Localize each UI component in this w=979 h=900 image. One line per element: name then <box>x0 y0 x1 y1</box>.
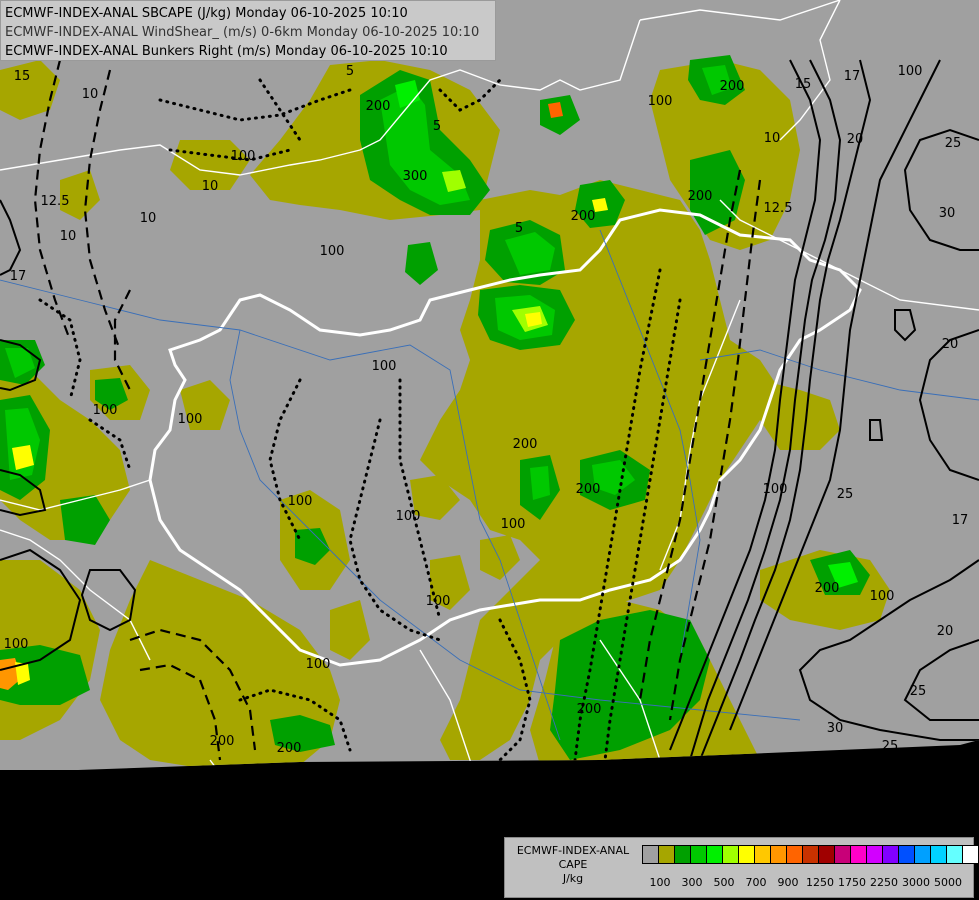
contour-label: 5 <box>346 64 354 79</box>
title-line-windshear: ECMWF-INDEX-ANAL WindShear_ (m/s) 0-6km … <box>5 25 480 40</box>
cape-map: 15 10 5 200 5 100 200 15 17 100 20 25 30 10 200 12.5 100… <box>0 0 979 900</box>
contour-label: 25 <box>837 487 854 502</box>
contour-label: 25 <box>910 684 927 699</box>
contour-label: 15 <box>14 69 31 84</box>
legend-tick-label: 700 <box>745 876 767 889</box>
legend-color-scale <box>642 845 979 864</box>
contour-label: 200 <box>576 482 601 497</box>
contour-label: 5 <box>433 119 441 134</box>
contour-label: 10 <box>140 211 157 226</box>
legend-swatch <box>722 845 739 864</box>
legend-swatch <box>946 845 963 864</box>
contour-label: 100 <box>648 94 673 109</box>
legend-swatch <box>706 845 723 864</box>
contour-label: 100 <box>306 657 331 672</box>
contour-label: 12.5 <box>41 194 70 209</box>
legend-tick-label: 900 <box>777 876 799 889</box>
contour-label: 200 <box>815 581 840 596</box>
legend-swatch <box>866 845 883 864</box>
contour-label: 17 <box>952 513 969 528</box>
legend-title-model: ECMWF-INDEX-ANAL <box>516 844 630 857</box>
legend-swatch <box>882 845 899 864</box>
contour-label: 15 <box>795 77 812 92</box>
legend-swatch <box>850 845 867 864</box>
contour-label: 200 <box>577 702 602 717</box>
contour-label: 20 <box>942 337 959 352</box>
contour-label: 5 <box>515 221 523 236</box>
contour-label: 17 <box>10 269 27 284</box>
contour-label: 200 <box>366 99 391 114</box>
contour-label: 10 <box>764 131 781 146</box>
contour-label: 200 <box>688 189 713 204</box>
legend-tick-label: 1250 <box>806 876 834 889</box>
contour-label: 100 <box>320 244 345 259</box>
contour-label: 200 <box>210 734 235 749</box>
legend-swatch <box>802 845 819 864</box>
legend-tick-label: 2250 <box>870 876 898 889</box>
contour-label: 12.5 <box>764 201 793 216</box>
legend-tick-label: 100 <box>649 876 671 889</box>
title-box: ECMWF-INDEX-ANAL SBCAPE (J/kg) Monday 06… <box>0 0 496 61</box>
contour-label: 100 <box>426 594 451 609</box>
contour-label: 20 <box>847 132 864 147</box>
contour-label: 100 <box>93 403 118 418</box>
legend-swatch <box>642 845 659 864</box>
legend-swatch <box>754 845 771 864</box>
contour-label: 20 <box>937 624 954 639</box>
legend-swatch <box>738 845 755 864</box>
contour-label: 300 <box>403 169 428 184</box>
contour-label: 25 <box>945 136 962 151</box>
legend-tick-label: 500 <box>713 876 735 889</box>
legend-swatch <box>770 845 787 864</box>
contour-label: 100 <box>288 494 313 509</box>
legend-swatch <box>898 845 915 864</box>
legend-swatch <box>786 845 803 864</box>
contour-label: 10 <box>60 229 77 244</box>
contour-label: 25 <box>882 739 899 754</box>
contour-label: 100 <box>396 509 421 524</box>
contour-label: 200 <box>513 437 538 452</box>
legend-swatch <box>930 845 947 864</box>
contour-label: 100 <box>372 359 397 374</box>
legend-tick-label: 1750 <box>838 876 866 889</box>
contour-label: 10 <box>202 179 219 194</box>
title-line-sbcape: ECMWF-INDEX-ANAL SBCAPE (J/kg) Monday 06… <box>5 6 408 21</box>
legend-swatch <box>834 845 851 864</box>
contour-label: 100 <box>4 637 29 652</box>
contour-label: 30 <box>827 721 844 736</box>
legend-tick-label: 5000 <box>934 876 962 889</box>
legend-title: ECMWF-INDEX-ANAL CAPE J/kg <box>508 844 638 886</box>
contour-label: 100 <box>898 64 923 79</box>
legend-tick-label: 300 <box>681 876 703 889</box>
legend-tick-label: 3000 <box>902 876 930 889</box>
contour-label: 200 <box>720 79 745 94</box>
legend-swatch <box>674 845 691 864</box>
contour-label: 100 <box>763 482 788 497</box>
legend-swatch <box>914 845 931 864</box>
contour-label: 30 <box>939 206 956 221</box>
contour-label: 100 <box>501 517 526 532</box>
title-line-bunkers: ECMWF-INDEX-ANAL Bunkers Right (m/s) Mon… <box>5 44 448 59</box>
legend-tick-labels: 100 300 500 700 900 1250 1750 2250 3000 5000 <box>642 876 972 890</box>
contour-label: 100 <box>870 589 895 604</box>
legend-title-field: CAPE <box>558 858 588 871</box>
contour-label: 200 <box>277 741 302 756</box>
cape-legend: ECMWF-INDEX-ANAL CAPE J/kg 100 300 500 700 9… <box>504 837 979 898</box>
contour-label: 17 <box>844 69 861 84</box>
legend-swatch <box>962 845 979 864</box>
contour-label: 100 <box>178 412 203 427</box>
legend-title-unit: J/kg <box>562 872 584 885</box>
contour-label: 200 <box>571 209 596 224</box>
legend-swatch <box>818 845 835 864</box>
legend-swatch <box>690 845 707 864</box>
legend-swatch <box>658 845 675 864</box>
contour-label: 10 <box>82 87 99 102</box>
contour-label: 100 <box>231 149 256 164</box>
